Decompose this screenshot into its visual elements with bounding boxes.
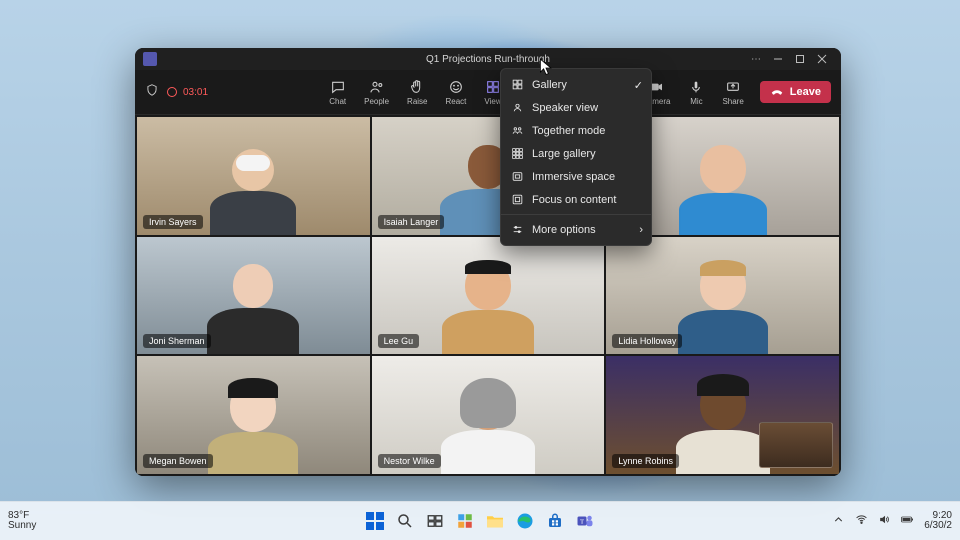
grid-icon <box>511 78 524 91</box>
view-menu-large-gallery[interactable]: Large gallery <box>501 142 651 165</box>
chat-button[interactable]: Chat <box>321 77 354 108</box>
chat-label: Chat <box>329 97 346 106</box>
menu-divider <box>501 214 651 215</box>
windows-taskbar: 83°F Sunny T 9:2 <box>0 501 960 540</box>
view-menu-more-options[interactable]: More options › <box>501 218 651 241</box>
menu-label: Focus on content <box>532 194 616 206</box>
menu-label: Immersive space <box>532 171 615 183</box>
menu-label: Together mode <box>532 125 605 137</box>
share-button[interactable]: Share <box>714 77 751 108</box>
mic-icon <box>688 79 704 95</box>
react-label: React <box>446 97 467 106</box>
participant-name: Megan Bowen <box>143 454 213 468</box>
battery-icon[interactable] <box>901 513 914 529</box>
participant-name: Nestor Wilke <box>378 454 441 468</box>
participant-tile[interactable]: Megan Bowen <box>137 356 370 474</box>
view-grid-icon <box>485 79 501 95</box>
self-preview[interactable] <box>759 422 833 468</box>
leave-button[interactable]: Leave <box>760 81 831 103</box>
people-label: People <box>364 97 389 106</box>
edge-button[interactable] <box>514 510 536 532</box>
teams-button[interactable]: T <box>574 510 596 532</box>
large-gallery-icon <box>511 147 524 160</box>
view-menu-immersive[interactable]: Immersive space <box>501 165 651 188</box>
clock-date: 6/30/2 <box>924 521 952 532</box>
recording-elapsed: 03:01 <box>183 87 208 98</box>
participant-name: Lynne Robins <box>612 454 679 468</box>
window-title: Q1 Projections Run-through <box>135 54 841 65</box>
view-menu-speaker[interactable]: Speaker view <box>501 96 651 119</box>
react-icon <box>448 79 464 95</box>
react-button[interactable]: React <box>438 77 475 108</box>
participant-name: Lidia Holloway <box>612 334 682 348</box>
participant-name: Joni Sherman <box>143 334 211 348</box>
people-button[interactable]: People <box>356 77 397 108</box>
widgets-button[interactable] <box>454 510 476 532</box>
participant-tile[interactable]: Lidia Holloway <box>606 237 839 355</box>
focus-icon <box>511 193 524 206</box>
hangup-icon <box>770 85 784 99</box>
meeting-toolbar: 03:01 Chat People Raise React View Notes <box>135 70 841 115</box>
view-menu-together[interactable]: Together mode <box>501 119 651 142</box>
chevron-right-icon: › <box>639 224 643 236</box>
share-label: Share <box>722 97 743 106</box>
participant-tile[interactable]: Nestor Wilke <box>372 356 605 474</box>
volume-icon[interactable] <box>878 513 891 529</box>
taskbar-center: T <box>364 510 596 532</box>
weather-condition: Sunny <box>8 521 36 532</box>
file-explorer-button[interactable] <box>484 510 506 532</box>
menu-label: More options <box>532 224 596 236</box>
tray-chevron-icon[interactable] <box>832 513 845 529</box>
participant-tile[interactable]: Irvin Sayers <box>137 117 370 235</box>
participant-tile[interactable]: Lee Gu <box>372 237 605 355</box>
cursor-pointer-icon <box>538 58 554 83</box>
checkmark-icon: ✓ <box>634 79 643 92</box>
wifi-icon[interactable] <box>855 513 868 529</box>
immersive-icon <box>511 170 524 183</box>
search-button[interactable] <box>394 510 416 532</box>
chat-icon <box>330 79 346 95</box>
participant-name: Irvin Sayers <box>143 215 203 229</box>
shield-icon <box>145 83 159 102</box>
mic-label: Mic <box>690 97 702 106</box>
raise-hand-button[interactable]: Raise <box>399 77 435 108</box>
raise-hand-icon <box>409 79 425 95</box>
weather-widget[interactable]: 83°F Sunny <box>8 511 36 532</box>
share-icon <box>725 79 741 95</box>
task-view-button[interactable] <box>424 510 446 532</box>
system-tray: 9:20 6/30/2 <box>832 511 952 532</box>
participant-name: Isaiah Langer <box>378 215 445 229</box>
view-menu-gallery[interactable]: Gallery ✓ <box>501 73 651 96</box>
view-menu-focus[interactable]: Focus on content <box>501 188 651 211</box>
start-button[interactable] <box>364 510 386 532</box>
raise-label: Raise <box>407 97 427 106</box>
leave-label: Leave <box>790 86 821 98</box>
people-icon <box>369 79 385 95</box>
participant-tile[interactable]: Joni Sherman <box>137 237 370 355</box>
titlebar: Q1 Projections Run-through ⋯ <box>135 48 841 70</box>
together-mode-icon <box>511 124 524 137</box>
taskbar-clock[interactable]: 9:20 6/30/2 <box>924 511 952 532</box>
meeting-window: Q1 Projections Run-through ⋯ 03:01 Chat … <box>135 48 841 476</box>
store-button[interactable] <box>544 510 566 532</box>
recording-indicator: 03:01 <box>167 87 208 98</box>
participant-name: Lee Gu <box>378 334 420 348</box>
sliders-icon <box>511 223 524 236</box>
record-dot-icon <box>167 87 177 97</box>
view-menu: Gallery ✓ Speaker view Together mode Lar… <box>500 68 652 246</box>
speaker-view-icon <box>511 101 524 114</box>
video-grid: Irvin Sayers Isaiah Langer Joni Sherman … <box>135 115 841 476</box>
participant-tile[interactable]: Lynne Robins <box>606 356 839 474</box>
menu-label: Speaker view <box>532 102 598 114</box>
menu-label: Large gallery <box>532 148 596 160</box>
mic-button[interactable]: Mic <box>680 77 712 108</box>
